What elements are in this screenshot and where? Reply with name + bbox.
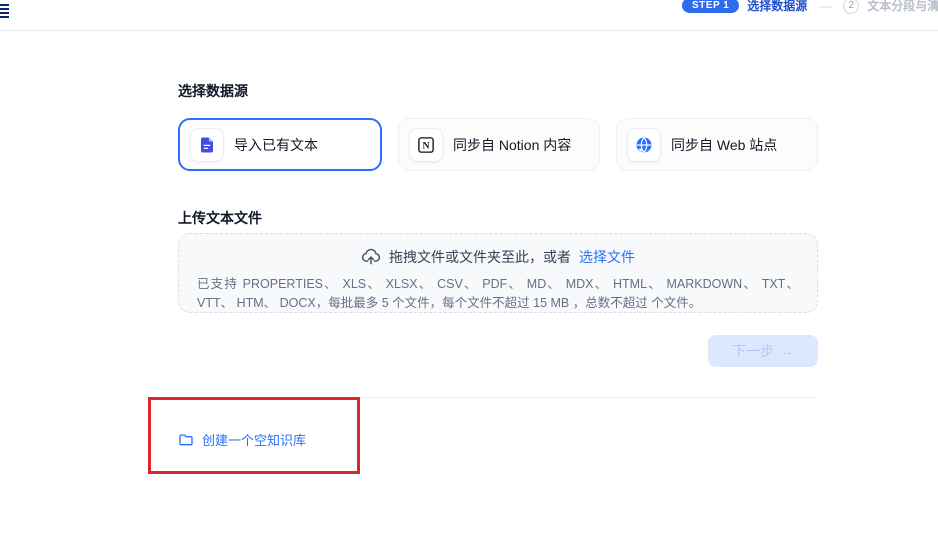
next-step-label: 下一步 xyxy=(732,341,774,361)
card-label: 同步自 Notion 内容 xyxy=(453,135,571,155)
arrow-right-icon: → xyxy=(780,343,794,359)
card-label: 同步自 Web 站点 xyxy=(671,135,777,155)
card-label: 导入已有文本 xyxy=(234,135,318,155)
actions-row: 下一步 → xyxy=(178,335,818,367)
datasource-cards: 导入已有文本 N 同步自 Notion 内容 同步自 Web 站点 xyxy=(178,118,818,171)
cloud-upload-icon xyxy=(361,247,381,267)
file-text-icon xyxy=(190,128,224,162)
step-separator: — xyxy=(819,0,831,13)
step-indicator: STEP 1 选择数据源 — 2 文本分段与清洗 xyxy=(682,0,938,14)
datasource-heading: 选择数据源 xyxy=(178,82,818,100)
card-sync-notion[interactable]: N 同步自 Notion 内容 xyxy=(398,118,600,171)
top-step-bar: STEP 1 选择数据源 — 2 文本分段与清洗 xyxy=(0,0,938,31)
dropzone-hint: 已支持 PROPERTIES、 XLS、 XLSX、 CSV、 PDF、 MD、… xyxy=(197,275,799,314)
file-dropzone[interactable]: 拖拽文件或文件夹至此，或者 选择文件 已支持 PROPERTIES、 XLS、 … xyxy=(178,233,818,313)
step2-label: 文本分段与清洗 xyxy=(867,0,938,14)
create-knowledge-main: 选择数据源 导入已有文本 N 同步自 Notion 内容 xyxy=(178,31,818,449)
hamburger-fragment-icon xyxy=(0,4,9,19)
next-step-button[interactable]: 下一步 → xyxy=(708,335,818,367)
step1-label: 选择数据源 xyxy=(747,0,807,14)
choose-file-link[interactable]: 选择文件 xyxy=(579,247,635,267)
step2-circle: 2 xyxy=(843,0,859,14)
upload-heading: 上传文本文件 xyxy=(178,209,818,227)
create-empty-kb-label: 创建一个空知识库 xyxy=(202,430,306,449)
section-divider xyxy=(178,397,818,398)
svg-text:N: N xyxy=(422,140,429,151)
dropzone-text: 拖拽文件或文件夹至此，或者 xyxy=(389,247,571,267)
step1-badge: STEP 1 xyxy=(682,0,739,13)
folder-icon xyxy=(178,432,194,448)
card-import-text[interactable]: 导入已有文本 xyxy=(178,118,382,171)
create-empty-kb-link[interactable]: 创建一个空知识库 xyxy=(178,430,306,449)
notion-icon: N xyxy=(409,128,443,162)
dropzone-main-line: 拖拽文件或文件夹至此，或者 选择文件 xyxy=(197,247,799,267)
card-sync-web[interactable]: 同步自 Web 站点 xyxy=(616,118,818,171)
globe-icon xyxy=(627,128,661,162)
